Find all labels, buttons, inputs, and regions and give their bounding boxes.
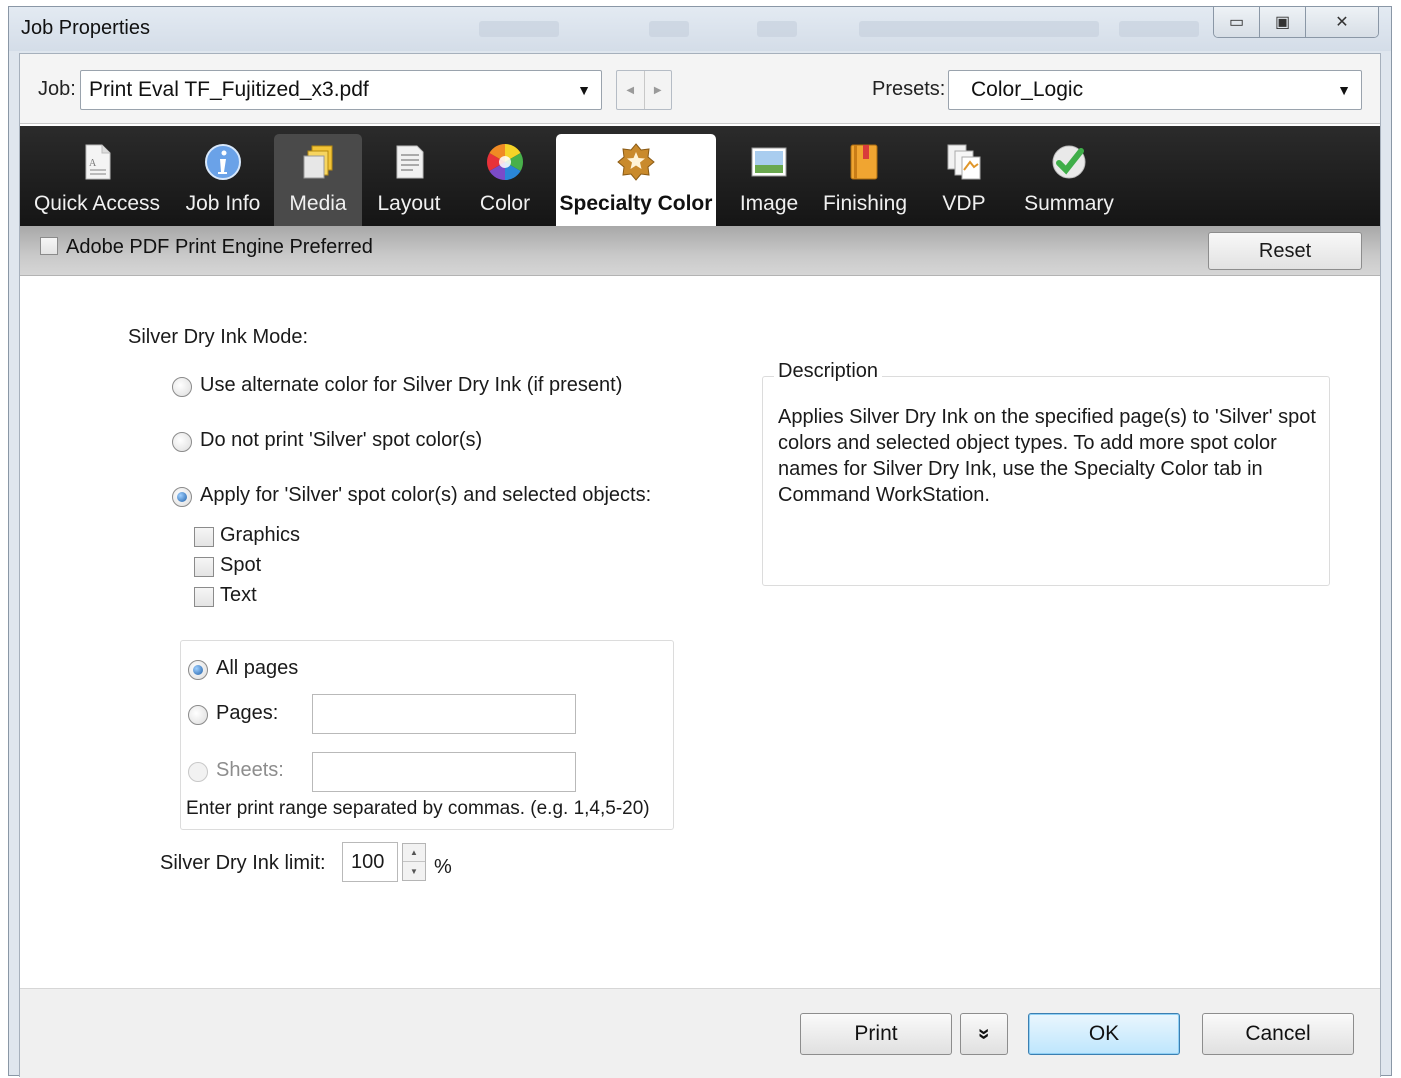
print-options-button[interactable]: » [960, 1013, 1008, 1055]
blurred-title-text [649, 21, 689, 37]
maximize-icon[interactable]: ▣ [1260, 7, 1306, 37]
vdp-pages-icon [947, 144, 981, 180]
presets-select-value: Color_Logic [971, 78, 1084, 101]
blurred-title-text [1119, 21, 1199, 37]
blurred-title-text [859, 21, 1099, 37]
adobe-pdf-engine-option[interactable]: Adobe PDF Print Engine Preferred [40, 236, 373, 259]
option-alternate-label: Use alternate color for Silver Dry Ink (… [200, 374, 623, 396]
print-button[interactable]: Print [800, 1013, 952, 1055]
job-select-value: Print Eval TF_Fujitized_x3.pdf [89, 78, 369, 101]
info-icon [205, 144, 241, 180]
tab-image[interactable]: Image [728, 134, 810, 226]
sheets-input[interactable] [312, 752, 576, 792]
limit-input[interactable]: 100 [342, 842, 398, 882]
color-wheel-icon [486, 144, 524, 180]
minimize-icon[interactable]: ▭ [1214, 7, 1260, 37]
tab-finishing[interactable]: Finishing [816, 134, 914, 226]
specialty-color-panel: Silver Dry Ink Mode: Use alternate color… [20, 276, 1380, 988]
chevron-down-icon: ▼ [1337, 82, 1351, 98]
tab-label: Specialty Color [559, 192, 713, 215]
tab-label: Image [739, 192, 799, 215]
radio-sheets[interactable] [188, 762, 208, 782]
range-hint: Enter print range separated by commas. (… [186, 798, 650, 819]
adobe-pdf-engine-label: Adobe PDF Print Engine Preferred [66, 236, 373, 258]
adobe-pdf-engine-checkbox[interactable] [40, 236, 58, 255]
svg-text:A: A [89, 158, 97, 169]
tab-job-info[interactable]: Job Info [176, 134, 270, 226]
checkbox-graphics[interactable] [194, 527, 214, 547]
tab-color[interactable]: Color [470, 134, 540, 226]
job-nav-buttons: ◀ ▶ [616, 70, 672, 110]
radio-pages[interactable] [188, 705, 208, 725]
job-label: Job: [38, 78, 76, 100]
job-select[interactable]: Print Eval TF_Fujitized_x3.pdf ▼ [80, 70, 602, 110]
reset-button[interactable]: Reset [1208, 232, 1362, 270]
job-properties-window: Job Properties ▭ ▣ ✕ Job: Print Eval TF_… [8, 6, 1392, 1078]
layout-page-icon [396, 145, 424, 179]
stepper-up-icon[interactable]: ▲ [403, 844, 425, 862]
document-icon: A [85, 144, 111, 180]
double-chevron-down-icon: » [973, 1028, 996, 1040]
job-bar: Job: Print Eval TF_Fujitized_x3.pdf ▼ ◀ … [20, 54, 1380, 124]
chevron-down-icon: ▼ [577, 82, 591, 98]
finishing-book-icon [850, 144, 878, 180]
blurred-title-text [479, 21, 559, 37]
option-apply-label: Apply for 'Silver' spot color(s) and sel… [200, 484, 652, 506]
description-text: Applies Silver Dry Ink on the specified … [778, 406, 1316, 506]
category-toolbar: A Quick Access Job Info Media Layout Col… [20, 126, 1380, 226]
window-controls: ▭ ▣ ✕ [1213, 7, 1379, 38]
radio-apply-selected[interactable] [172, 487, 192, 507]
tab-label: Finishing [822, 192, 908, 215]
radio-alternate-color[interactable] [172, 377, 192, 397]
image-landscape-icon [751, 147, 787, 177]
presets-select[interactable]: Color_Logic ▼ [948, 70, 1362, 110]
description-title: Description [774, 360, 883, 383]
limit-stepper[interactable]: ▲ ▼ [402, 843, 426, 881]
tab-label: Color [479, 192, 531, 215]
pages-label: Pages: [216, 702, 279, 724]
tab-label: Layout [377, 192, 441, 215]
tab-label: Job Info [185, 192, 261, 215]
limit-unit: % [434, 856, 452, 878]
checkbox-text[interactable] [194, 587, 214, 607]
presets-label: Presets: [872, 78, 946, 100]
tab-layout[interactable]: Layout [368, 134, 450, 226]
all-pages-label: All pages [216, 657, 299, 679]
limit-label: Silver Dry Ink limit: [160, 852, 326, 874]
specialty-star-icon [617, 143, 655, 181]
previous-job-icon[interactable]: ◀ [617, 71, 645, 109]
graphics-label: Graphics [220, 524, 301, 546]
checkbox-spot[interactable] [194, 557, 214, 577]
radio-all-pages[interactable] [188, 660, 208, 680]
dialog-footer: Print » OK Cancel [20, 988, 1380, 1078]
media-stack-icon [303, 145, 333, 179]
silver-mode-label: Silver Dry Ink Mode: [128, 326, 309, 348]
title-bar[interactable]: Job Properties ▭ ▣ ✕ [9, 7, 1391, 51]
blurred-title-text [757, 21, 797, 37]
sheets-label: Sheets: [216, 759, 284, 781]
radio-do-not-print[interactable] [172, 432, 192, 452]
tab-media[interactable]: Media [274, 134, 362, 226]
cancel-button[interactable]: Cancel [1202, 1013, 1354, 1055]
tab-label: Summary [1024, 192, 1114, 215]
option-noprint-label: Do not print 'Silver' spot color(s) [200, 429, 483, 451]
tab-label: VDP [942, 192, 986, 215]
window-title: Job Properties [21, 17, 150, 39]
tab-quick-access[interactable]: A Quick Access [28, 134, 166, 226]
stepper-down-icon[interactable]: ▼ [403, 862, 425, 880]
pages-input[interactable] [312, 694, 576, 734]
tab-vdp[interactable]: VDP [932, 134, 996, 226]
text-label: Text [220, 584, 257, 606]
spot-label: Spot [220, 554, 262, 576]
tab-label: Quick Access [33, 192, 161, 215]
ok-button[interactable]: OK [1028, 1013, 1180, 1055]
engine-bar: Adobe PDF Print Engine Preferred Reset [20, 226, 1380, 276]
tab-summary[interactable]: Summary [1018, 134, 1120, 226]
tab-label: Media [289, 192, 347, 215]
tab-specialty-color[interactable]: Specialty Color [556, 134, 716, 226]
dialog-content: Job: Print Eval TF_Fujitized_x3.pdf ▼ ◀ … [19, 53, 1381, 1078]
checkmark-icon [1052, 145, 1086, 179]
next-job-icon[interactable]: ▶ [645, 71, 672, 109]
close-icon[interactable]: ✕ [1306, 7, 1378, 37]
